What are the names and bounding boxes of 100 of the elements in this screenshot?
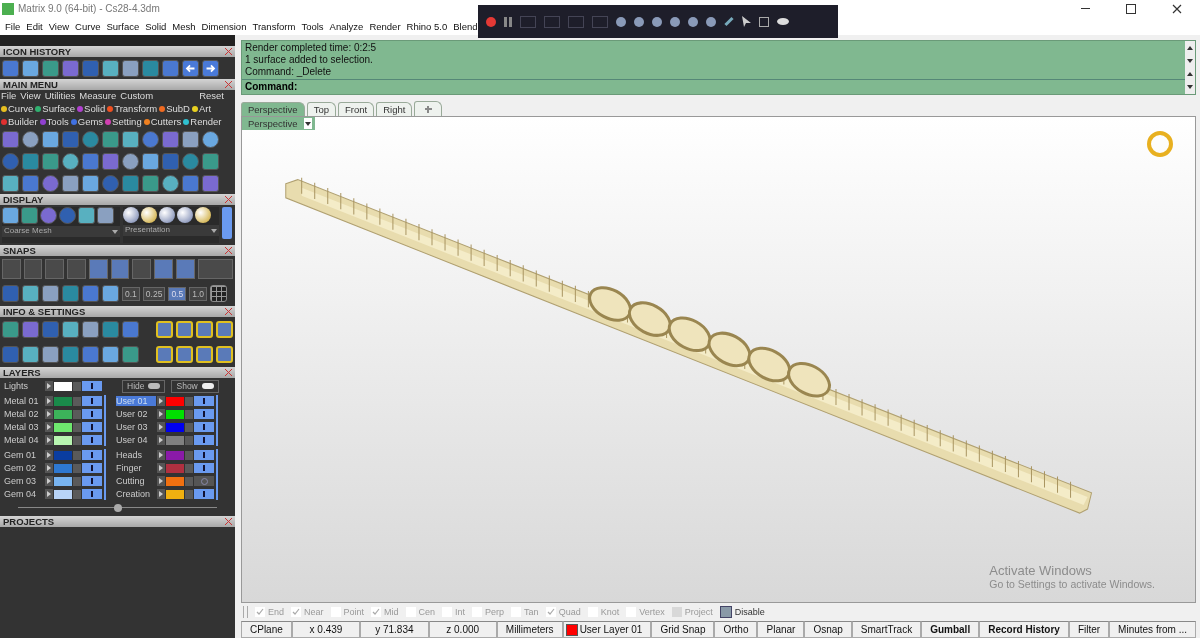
tool-icon[interactable] bbox=[122, 152, 139, 170]
layer-tool-icon[interactable] bbox=[196, 346, 213, 363]
toolbar-icon[interactable] bbox=[706, 16, 716, 27]
tool-icon[interactable] bbox=[122, 59, 139, 77]
layer-tool-icon[interactable] bbox=[216, 346, 233, 363]
layer-name[interactable]: User 04 bbox=[116, 435, 156, 445]
menu-item[interactable]: Render bbox=[366, 20, 404, 32]
settings-icon[interactable] bbox=[102, 321, 119, 338]
tool-icon[interactable] bbox=[82, 174, 99, 192]
visibility-toggle[interactable] bbox=[194, 422, 214, 432]
material-sphere-icon[interactable] bbox=[141, 207, 157, 223]
visibility-toggle[interactable] bbox=[194, 409, 214, 419]
settings-icon[interactable] bbox=[22, 321, 39, 338]
visibility-toggle[interactable] bbox=[82, 381, 102, 391]
category-item[interactable]: Builder bbox=[1, 116, 38, 127]
tool-icon[interactable] bbox=[62, 174, 79, 192]
hide-button[interactable]: Hide bbox=[122, 379, 166, 393]
submenu-item[interactable]: Custom bbox=[120, 90, 154, 101]
tool-icon[interactable] bbox=[82, 130, 99, 148]
layer-name[interactable]: Cutting bbox=[116, 476, 156, 486]
viewport-tab[interactable]: Right bbox=[376, 102, 413, 116]
toolbar-icon[interactable] bbox=[634, 16, 644, 27]
submenu-item[interactable]: File bbox=[1, 90, 17, 101]
visibility-toggle[interactable] bbox=[194, 396, 214, 406]
tool-icon[interactable] bbox=[142, 59, 159, 77]
snap-icon[interactable] bbox=[197, 258, 234, 279]
layer-color-swatch[interactable] bbox=[54, 489, 72, 499]
layer-tool-icon[interactable] bbox=[176, 346, 193, 363]
menu-item[interactable]: View bbox=[45, 20, 73, 32]
tool-icon[interactable] bbox=[42, 152, 59, 170]
layer-tool-icon[interactable] bbox=[216, 321, 233, 338]
snap-icon[interactable] bbox=[67, 258, 86, 279]
snap-tool-icon[interactable] bbox=[42, 285, 59, 302]
eye-icon[interactable] bbox=[777, 18, 789, 25]
tool-icon[interactable] bbox=[62, 152, 79, 170]
layer-color-swatch[interactable] bbox=[166, 409, 184, 419]
layer-color-swatch[interactable] bbox=[54, 450, 72, 460]
submenu-item[interactable]: Utilities bbox=[44, 90, 76, 101]
toolbar-icon[interactable] bbox=[652, 16, 662, 27]
fullscreen-icon[interactable] bbox=[759, 16, 769, 27]
tool-icon[interactable] bbox=[2, 174, 19, 192]
menu-item[interactable]: File bbox=[2, 20, 24, 32]
snap-tool-icon[interactable] bbox=[22, 285, 39, 302]
settings-icon[interactable] bbox=[22, 346, 39, 363]
settings-icon[interactable] bbox=[62, 346, 79, 363]
tool-icon[interactable] bbox=[162, 152, 179, 170]
material-sphere-icon[interactable] bbox=[177, 207, 193, 223]
layer-name[interactable]: Gem 01 bbox=[4, 450, 44, 460]
osnap-checkbox[interactable]: Disable bbox=[719, 606, 765, 618]
category-item[interactable]: Tools bbox=[39, 116, 69, 127]
display-icon[interactable] bbox=[97, 207, 114, 224]
snap-icon[interactable] bbox=[88, 258, 108, 279]
display-icon[interactable] bbox=[59, 207, 76, 224]
snap-icon[interactable] bbox=[45, 258, 65, 279]
record-icon[interactable] bbox=[486, 16, 496, 27]
tool-icon[interactable] bbox=[102, 59, 119, 77]
snap-tool-icon[interactable] bbox=[102, 285, 119, 302]
menu-item[interactable]: Blend bbox=[450, 20, 481, 32]
layer-tool-icon[interactable] bbox=[176, 321, 193, 338]
visibility-toggle[interactable] bbox=[82, 489, 102, 499]
material-sphere-icon[interactable] bbox=[159, 207, 175, 223]
tool-icon[interactable] bbox=[142, 174, 159, 192]
menu-item[interactable]: Dimension bbox=[198, 20, 250, 32]
tool-icon[interactable] bbox=[42, 130, 59, 148]
tool-icon[interactable] bbox=[102, 174, 119, 192]
toolbar-icon[interactable] bbox=[688, 16, 698, 27]
tool-icon[interactable] bbox=[42, 59, 59, 77]
visibility-toggle[interactable] bbox=[82, 422, 102, 432]
display-icon[interactable] bbox=[2, 207, 19, 224]
layer-color-swatch[interactable] bbox=[166, 435, 184, 445]
settings-icon[interactable] bbox=[42, 346, 59, 363]
layer-name[interactable]: Metal 03 bbox=[4, 422, 44, 432]
tool-icon[interactable] bbox=[182, 130, 199, 148]
menu-item[interactable]: Solid bbox=[142, 20, 170, 32]
category-item[interactable]: Surface bbox=[35, 103, 76, 114]
display-icon[interactable] bbox=[40, 207, 57, 224]
visibility-toggle[interactable] bbox=[82, 396, 102, 406]
snap-tool-icon[interactable] bbox=[82, 285, 99, 302]
layer-name[interactable]: Lights bbox=[4, 381, 44, 391]
layer-color-swatch[interactable] bbox=[166, 422, 184, 432]
tool-icon[interactable] bbox=[182, 174, 199, 192]
settings-icon[interactable] bbox=[82, 346, 99, 363]
visibility-toggle[interactable] bbox=[82, 476, 102, 486]
mode-dropdown[interactable]: Presentation bbox=[123, 225, 219, 236]
snap-tool-icon[interactable] bbox=[62, 285, 79, 302]
visibility-toggle[interactable] bbox=[194, 435, 214, 445]
snap-icon[interactable] bbox=[2, 258, 21, 279]
snap-icon[interactable] bbox=[175, 258, 195, 279]
category-item[interactable]: Cutters bbox=[143, 116, 182, 127]
tool-icon[interactable] bbox=[22, 59, 39, 77]
submenu-item[interactable]: Measure bbox=[79, 90, 117, 101]
tool-icon[interactable] bbox=[82, 152, 99, 170]
command-input[interactable]: Command: bbox=[242, 79, 1185, 94]
visibility-toggle[interactable] bbox=[82, 409, 102, 419]
layer-color-swatch[interactable] bbox=[166, 450, 184, 460]
layer-name[interactable]: Metal 04 bbox=[4, 435, 44, 445]
visibility-toggle[interactable] bbox=[194, 450, 214, 460]
visibility-toggle[interactable] bbox=[194, 476, 214, 486]
tool-icon[interactable] bbox=[162, 130, 179, 148]
layer-name[interactable]: Gem 03 bbox=[4, 476, 44, 486]
